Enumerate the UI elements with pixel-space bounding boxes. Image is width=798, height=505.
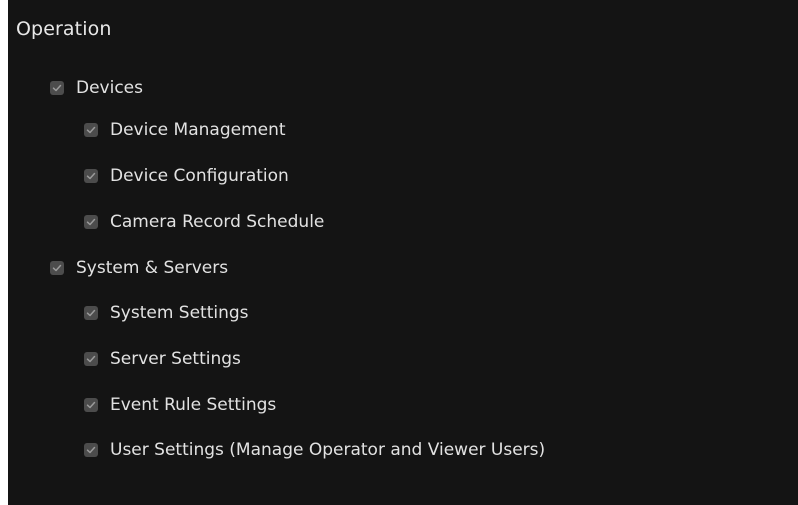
user-settings-label: User Settings (Manage Operator and Viewe…	[110, 440, 546, 460]
server-settings-label: Server Settings	[110, 349, 241, 369]
group-system-servers[interactable]: System & Servers	[50, 256, 228, 280]
device-management-checkbox[interactable]	[84, 123, 98, 137]
item-device-management[interactable]: Device Management	[84, 118, 286, 142]
user-settings-checkbox[interactable]	[84, 443, 98, 457]
devices-checkbox[interactable]	[50, 81, 64, 95]
checkmark-icon	[52, 264, 62, 272]
checkmark-icon	[86, 309, 96, 317]
event-rule-settings-checkbox[interactable]	[84, 398, 98, 412]
device-management-label: Device Management	[110, 120, 286, 140]
camera-record-schedule-checkbox[interactable]	[84, 215, 98, 229]
item-user-settings[interactable]: User Settings (Manage Operator and Viewe…	[84, 438, 545, 462]
checkmark-icon	[86, 126, 96, 134]
event-rule-settings-label: Event Rule Settings	[110, 395, 277, 415]
section-title: Operation	[16, 18, 112, 40]
item-camera-record-schedule[interactable]: Camera Record Schedule	[84, 210, 324, 234]
group-system-servers-label: System & Servers	[76, 258, 229, 278]
group-devices-label: Devices	[76, 78, 143, 98]
operation-permissions-panel: Operation Devices Device Management Devi…	[8, 0, 798, 505]
system-servers-checkbox[interactable]	[50, 261, 64, 275]
item-device-configuration[interactable]: Device Configuration	[84, 164, 289, 188]
system-settings-checkbox[interactable]	[84, 306, 98, 320]
item-system-settings[interactable]: System Settings	[84, 301, 249, 325]
item-event-rule-settings[interactable]: Event Rule Settings	[84, 393, 276, 417]
checkmark-icon	[86, 446, 96, 454]
system-settings-label: System Settings	[110, 303, 249, 323]
camera-record-schedule-label: Camera Record Schedule	[110, 212, 325, 232]
checkmark-icon	[86, 172, 96, 180]
checkmark-icon	[86, 218, 96, 226]
device-configuration-checkbox[interactable]	[84, 169, 98, 183]
group-devices[interactable]: Devices	[50, 76, 143, 100]
server-settings-checkbox[interactable]	[84, 352, 98, 366]
checkmark-icon	[52, 84, 62, 92]
checkmark-icon	[86, 401, 96, 409]
device-configuration-label: Device Configuration	[110, 166, 289, 186]
item-server-settings[interactable]: Server Settings	[84, 347, 241, 371]
checkmark-icon	[86, 355, 96, 363]
